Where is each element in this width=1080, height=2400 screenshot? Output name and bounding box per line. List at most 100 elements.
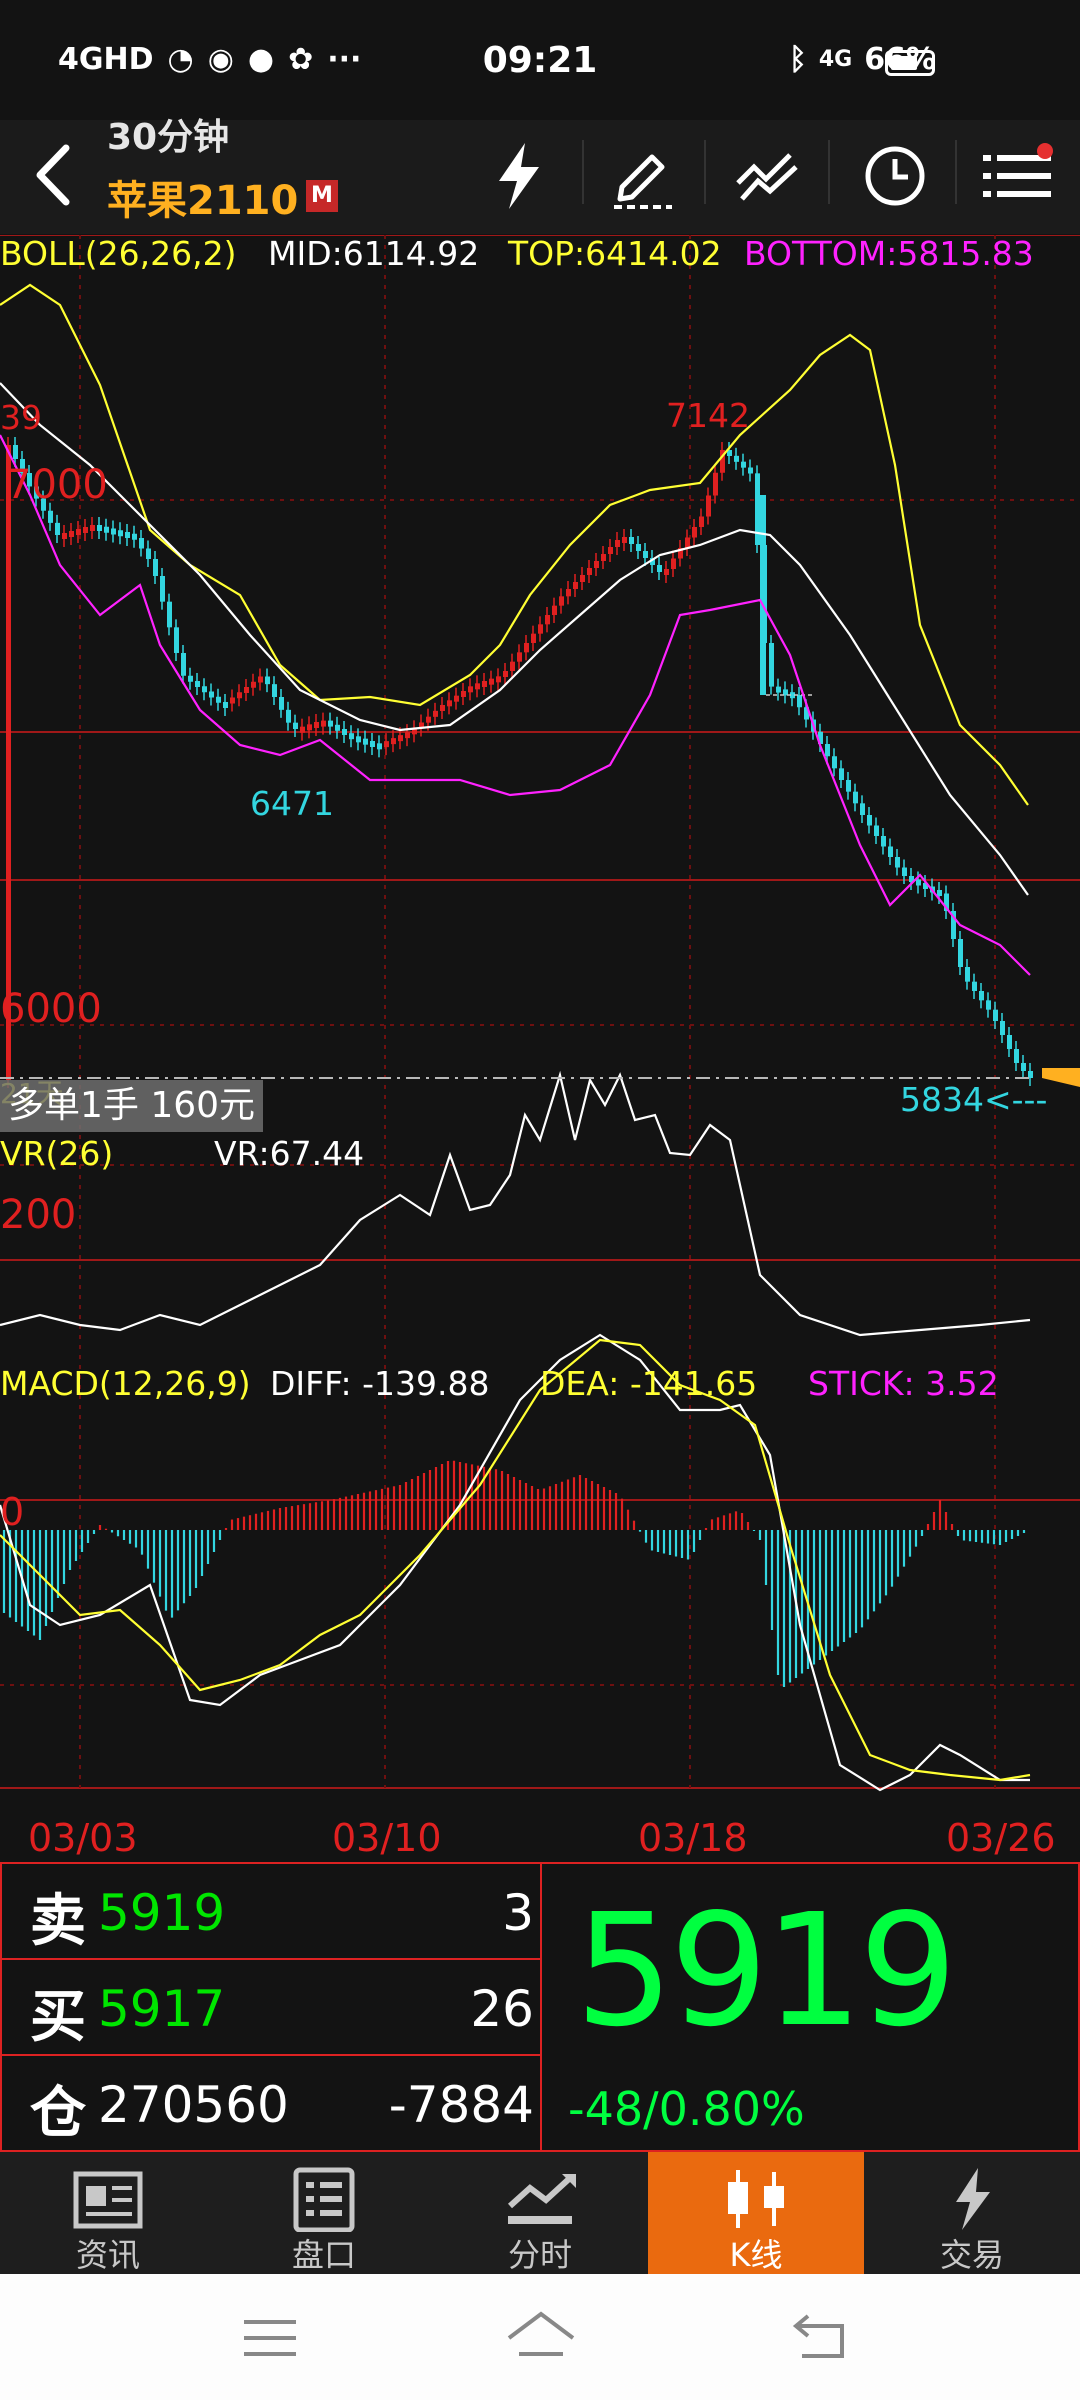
draw-button[interactable] — [598, 126, 688, 226]
nav-divider — [955, 140, 957, 204]
candle-body — [524, 643, 529, 653]
tab-orderbook[interactable]: 盘口 — [216, 2152, 432, 2274]
menu-key-icon[interactable] — [240, 2314, 300, 2364]
status-bar: 4GHD ◔ ◉ ● ✿ ··· 09:21 ᛒ 4G 66% — [0, 0, 1080, 120]
flash-trade-button[interactable] — [474, 126, 564, 226]
candle-body — [174, 627, 179, 653]
date-label: 03/10 — [332, 1816, 442, 1860]
candle-body — [335, 724, 340, 731]
candle-body — [937, 890, 942, 896]
tab-kline[interactable]: K线 — [648, 2152, 864, 2274]
candle-body — [426, 716, 431, 723]
history-button[interactable] — [850, 126, 940, 226]
candle-body — [636, 544, 641, 551]
candle-body — [797, 695, 802, 708]
candle-body — [454, 695, 459, 702]
candle-body — [615, 540, 620, 547]
candle-body — [657, 565, 662, 572]
candle-body — [489, 678, 494, 685]
boll-top-line — [0, 283, 1029, 806]
battery-icon — [885, 50, 935, 76]
tab-label: 交易 — [939, 2236, 1004, 2274]
back-key-icon[interactable] — [790, 2310, 852, 2364]
macd-diff-value: DIFF: -139.88 — [270, 1364, 490, 1403]
candle-body — [769, 643, 774, 687]
tab-intraday[interactable]: 分时 — [432, 2152, 648, 2274]
candle-body — [223, 702, 228, 708]
tab-trade[interactable]: 交易 — [864, 2152, 1080, 2274]
candle-body — [160, 576, 165, 602]
candle-body — [531, 633, 536, 643]
candle-body — [307, 724, 312, 731]
candle-body — [237, 692, 242, 699]
candle-body — [153, 559, 158, 576]
back-button[interactable] — [22, 130, 82, 220]
candle-body — [608, 547, 613, 554]
home-key-icon[interactable] — [505, 2308, 577, 2364]
candle-body — [888, 846, 893, 857]
position-badge[interactable]: 多单1手 160元 — [0, 1080, 264, 1132]
sell-label: 卖 — [30, 1889, 86, 1954]
candle-body — [552, 605, 557, 615]
macd-dea-value: DEA: -141.65 — [540, 1364, 758, 1403]
vr-name[interactable]: VR(26) — [0, 1134, 113, 1173]
candle-body — [685, 537, 690, 548]
candle-body — [216, 696, 221, 703]
buy-price: 5917 — [98, 1980, 226, 2038]
candle-body — [692, 527, 697, 538]
indicator-button[interactable] — [722, 126, 812, 226]
candle-body — [622, 537, 627, 543]
macd-stick-value: STICK: 3.52 — [808, 1364, 999, 1403]
candle-body — [741, 461, 746, 468]
candle-body — [447, 700, 452, 707]
orderbook-icon — [293, 2167, 355, 2232]
app-root: 4GHD ◔ ◉ ● ✿ ··· 09:21 ᛒ 4G 66% 30分钟 苹果2… — [0, 0, 1080, 2400]
candle-body — [734, 455, 739, 462]
nav-divider — [828, 140, 830, 204]
candle-body — [895, 857, 900, 868]
candle-body — [825, 744, 830, 757]
nav-divider — [582, 140, 584, 204]
candle-body — [482, 681, 487, 687]
boll-bottom-value: BOTTOM:5815.83 — [744, 234, 1034, 273]
candle-body — [328, 720, 333, 727]
open-interest-row: 仓 270560 -7884 — [2, 2056, 542, 2152]
buy-row[interactable]: 买 5917 26 — [2, 1960, 542, 2056]
candle-body — [587, 568, 592, 575]
date-label: 03/26 — [946, 1816, 1056, 1860]
nav-divider — [704, 140, 706, 204]
boll-name[interactable]: BOLL(26,26,2) — [0, 234, 237, 273]
candle-body — [867, 815, 872, 826]
last-low-marker: 5834<--- — [900, 1080, 1048, 1119]
candle-body — [748, 467, 753, 474]
tab-news[interactable]: 资讯 — [0, 2152, 216, 2274]
tab-label: 资讯 — [75, 2236, 140, 2274]
sell-row[interactable]: 卖 5919 3 — [2, 1864, 542, 1960]
menu-button[interactable] — [972, 126, 1062, 226]
candle-body — [1000, 1021, 1005, 1035]
back-arrow-icon — [36, 144, 70, 206]
candle-body — [405, 732, 410, 739]
sell-qty: 3 — [502, 1884, 534, 1942]
candle-body — [573, 582, 578, 589]
last-price: 5919 — [575, 1880, 957, 2061]
candle-body — [265, 676, 270, 685]
intraday-chart-icon — [507, 2174, 576, 2224]
candle-body — [118, 530, 123, 537]
system-nav-bar — [0, 2274, 1080, 2400]
candle-body — [993, 1009, 998, 1021]
candle-body — [55, 522, 60, 535]
macd-name[interactable]: MACD(12,26,9) — [0, 1364, 251, 1403]
candle-body — [321, 720, 326, 727]
candle-body — [916, 879, 921, 886]
network-label: 4G — [818, 47, 853, 72]
candle-body — [111, 528, 116, 535]
tab-label: 分时 — [507, 2236, 572, 2274]
kline-chart[interactable] — [0, 235, 1080, 1850]
instrument-name[interactable]: 苹果2110 — [107, 168, 298, 226]
candle-body — [384, 741, 389, 748]
open-interest-label: 仓 — [30, 2081, 86, 2146]
candle-body — [1028, 1071, 1033, 1078]
candle-body — [279, 697, 284, 710]
candle-body — [76, 529, 81, 535]
